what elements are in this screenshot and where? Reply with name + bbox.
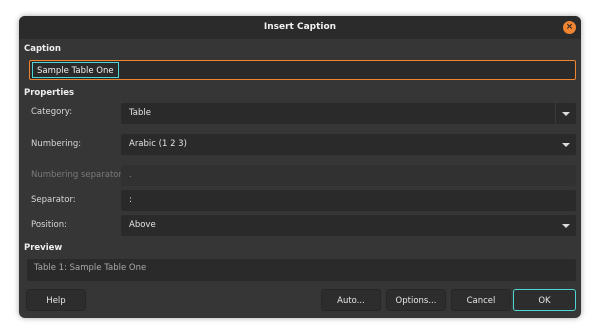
numbering-dropdown-button[interactable] [556,134,576,155]
category-dropdown-button[interactable] [555,103,576,124]
title-bar: Insert Caption × [19,16,581,39]
separator-value: : [129,195,132,205]
chevron-down-icon [562,224,570,228]
preview-heading: Preview [24,243,63,253]
auto-button[interactable]: Auto... [321,289,381,311]
caption-input[interactable]: Sample Table One [29,60,576,80]
help-button[interactable]: Help [26,289,86,311]
category-combobox[interactable]: Table [121,103,576,124]
separator-label: Separator: [31,195,76,205]
numbering-separator-value: . [129,170,132,180]
numbering-separator-label: Numbering separator: [31,170,125,180]
options-button[interactable]: Options... [386,289,446,311]
category-label: Category: [31,107,73,117]
insert-caption-dialog: Insert Caption × Caption Sample Table On… [19,16,581,318]
cancel-button[interactable]: Cancel [451,289,511,311]
chevron-down-icon [562,112,570,116]
position-label: Position: [31,220,67,230]
position-select[interactable]: Above [121,215,576,236]
position-value: Above [129,220,156,230]
caption-heading: Caption [24,44,61,54]
numbering-select[interactable]: Arabic (1 2 3) [121,134,576,155]
close-icon[interactable]: × [563,21,576,34]
preview-box: Table 1: Sample Table One [27,259,576,281]
category-value: Table [129,108,151,118]
numbering-label: Numbering: [31,139,82,149]
numbering-value: Arabic (1 2 3) [129,139,187,149]
properties-heading: Properties [24,88,75,98]
position-dropdown-button[interactable] [556,215,576,236]
caption-input-value: Sample Table One [32,62,119,78]
dialog-title: Insert Caption [263,22,337,32]
separator-input[interactable]: : [121,190,576,211]
numbering-separator-input[interactable]: . [121,165,576,186]
chevron-down-icon [562,143,570,147]
ok-button[interactable]: OK [513,289,576,311]
preview-text: Table 1: Sample Table One [34,263,147,273]
